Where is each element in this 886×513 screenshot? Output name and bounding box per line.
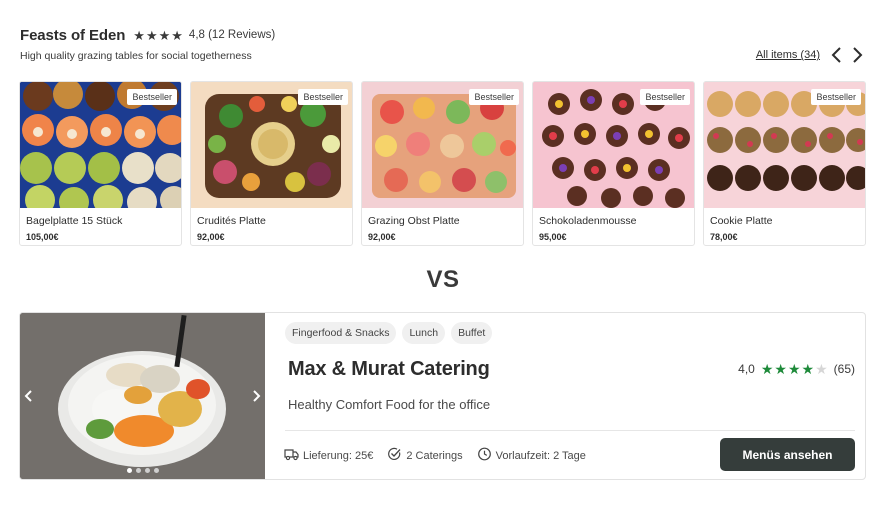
vs-label: VS: [426, 266, 460, 293]
product-name: Cookie Platte: [710, 215, 773, 227]
bestseller-badge: Bestseller: [640, 89, 690, 105]
chevron-left-icon[interactable]: [830, 46, 844, 64]
product-carousel: Bestseller Bagelplatte 15 Stück 105,00€ …: [19, 81, 866, 246]
carousel-dot[interactable]: [144, 468, 150, 473]
product-name: Crudités Platte: [197, 215, 266, 227]
caterer-meta: Lieferung: 25€ 2 Caterings Vorlaufzeit: …: [284, 447, 586, 464]
lead-time-text: Vorlaufzeit: 2 Tage: [495, 449, 586, 462]
bestseller-badge: Bestseller: [811, 89, 861, 105]
product-card[interactable]: Bestseller Grazing Obst Platte 92,00€: [361, 81, 524, 246]
all-items-link[interactable]: All items (34): [756, 49, 820, 61]
caterings-info: 2 Caterings: [387, 447, 463, 464]
category-tag[interactable]: Lunch: [402, 322, 446, 344]
product-image: Bestseller: [704, 82, 865, 208]
store-title-row: Feasts of Eden ★ ★ ★ ★ 4,8 (12 Reviews): [20, 26, 866, 44]
divider: [285, 430, 855, 431]
carousel-dot[interactable]: [135, 468, 141, 473]
product-card[interactable]: Bestseller Cookie Platte 78,00€: [703, 81, 866, 246]
caterer-name[interactable]: Max & Murat Catering: [288, 358, 490, 381]
product-card[interactable]: Bestseller Bagelplatte 15 Stück 105,00€: [19, 81, 182, 246]
bestseller-badge: Bestseller: [298, 89, 348, 105]
lead-time-info: Vorlaufzeit: 2 Tage: [477, 447, 586, 464]
star-icon: ★: [787, 361, 801, 377]
category-tag[interactable]: Buffet: [451, 322, 493, 344]
chevron-right-icon[interactable]: [850, 46, 864, 64]
star-icon: ★: [801, 361, 815, 377]
caterings-text: 2 Caterings: [406, 449, 463, 462]
star-icon: ★: [133, 27, 145, 43]
product-card[interactable]: Bestseller Schokoladenmousse 95,00€: [532, 81, 695, 246]
check-circle-icon: [387, 447, 402, 464]
product-image: Bestseller: [191, 82, 352, 208]
category-tag[interactable]: Fingerfood & Snacks: [285, 322, 397, 344]
view-menus-button[interactable]: Menüs ansehen: [720, 438, 855, 471]
bestseller-badge: Bestseller: [127, 89, 177, 105]
rating-value: 4,0: [738, 362, 755, 376]
star-icon: ★: [760, 361, 774, 377]
star-icon: ★: [158, 27, 171, 43]
product-image: Bestseller: [362, 82, 523, 208]
product-image: Bestseller: [20, 82, 181, 208]
product-name: Schokoladenmousse: [539, 215, 637, 227]
caterer-photo: [20, 313, 265, 479]
product-price: 92,00€: [197, 232, 225, 242]
delivery-info: Lieferung: 25€: [284, 447, 373, 464]
carousel-dot[interactable]: [153, 468, 159, 473]
star-icon: ★: [774, 361, 787, 377]
product-name: Grazing Obst Platte: [368, 215, 460, 227]
caterer-photo-carousel[interactable]: [20, 313, 265, 479]
product-image: Bestseller: [533, 82, 694, 208]
store-rating-text: 4,8 (12 Reviews): [188, 29, 276, 41]
star-icon: ★: [145, 27, 158, 43]
store-star-rating: ★ ★ ★ ★: [133, 29, 183, 42]
product-card[interactable]: Bestseller Crudités Platte 92,00€: [190, 81, 353, 246]
caterer-card[interactable]: Fingerfood & Snacks Lunch Buffet Max & M…: [19, 312, 866, 480]
product-price: 78,00€: [710, 232, 738, 242]
store-header: Feasts of Eden ★ ★ ★ ★ 4,8 (12 Reviews) …: [20, 26, 866, 66]
bestseller-badge: Bestseller: [469, 89, 519, 105]
rating-count: (65): [833, 362, 855, 376]
star-icon: ★: [171, 27, 183, 43]
carousel-dots: [20, 468, 265, 473]
star-rating: ★ ★ ★ ★ ★: [761, 362, 828, 376]
truck-icon: [284, 447, 299, 464]
caterer-rating: 4,0 ★ ★ ★ ★ ★ (65): [738, 362, 855, 376]
product-price: 105,00€: [26, 232, 59, 242]
caterer-tagline: Healthy Comfort Food for the office: [288, 397, 491, 412]
star-empty-icon: ★: [815, 361, 828, 377]
product-price: 92,00€: [368, 232, 396, 242]
delivery-text: Lieferung: 25€: [303, 449, 374, 462]
clock-icon: [477, 447, 492, 464]
store-title[interactable]: Feasts of Eden: [20, 27, 125, 44]
category-tags: Fingerfood & Snacks Lunch Buffet: [285, 322, 493, 344]
product-price: 95,00€: [539, 232, 567, 242]
chevron-left-icon[interactable]: [22, 387, 36, 405]
product-name: Bagelplatte 15 Stück: [26, 215, 123, 227]
carousel-dot[interactable]: [126, 468, 132, 473]
store-subtitle: High quality grazing tables for social t…: [20, 50, 252, 62]
chevron-right-icon[interactable]: [249, 387, 263, 405]
